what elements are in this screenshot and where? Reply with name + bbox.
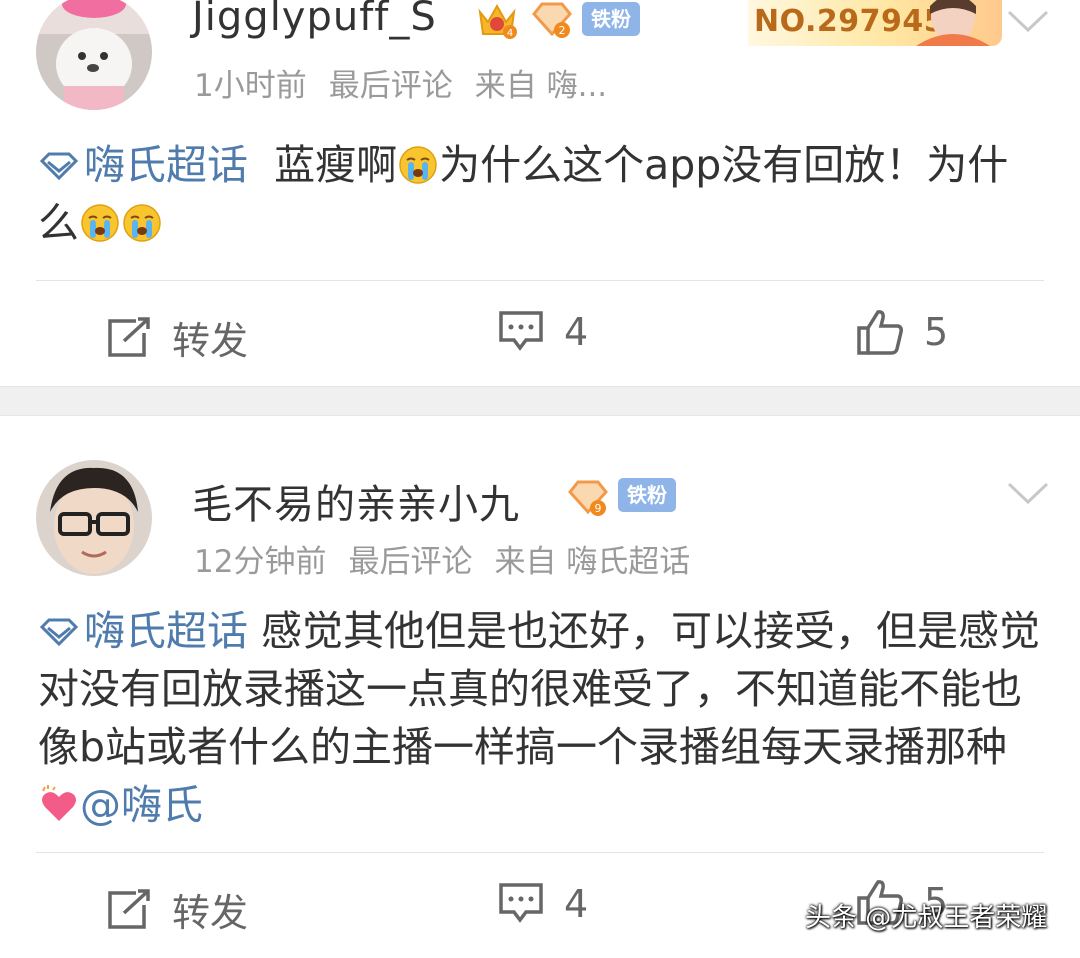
crying-emoji-icon [123, 204, 161, 242]
post-card-1[interactable]: Jigglypuff_S 4 2 铁粉 NO.297945 1小时前 最后评论 来自… [0, 0, 1080, 386]
svg-text:2: 2 [559, 24, 566, 37]
watermark: 头条 @尤叔王者荣耀 [805, 903, 1048, 933]
super-topic-diamond-icon [39, 152, 79, 181]
diamond-level-badge-icon: 9 [568, 480, 608, 516]
post-meta: 12分钟前 最后评论 来自 嗨氏超话 [194, 536, 712, 581]
crying-emoji-icon [399, 146, 437, 184]
post-source[interactable]: 来自 嗨... [475, 68, 607, 104]
chevron-down-icon[interactable] [1006, 480, 1050, 508]
repost-button[interactable]: 转发 [106, 882, 248, 937]
crying-emoji-icon [81, 204, 119, 242]
comment-icon [499, 883, 543, 923]
super-topic-diamond-icon [39, 618, 79, 647]
share-icon [108, 888, 150, 929]
comment-icon [499, 311, 543, 351]
comment-button[interactable]: 4 [498, 310, 588, 354]
heart-emoji-icon [42, 785, 76, 821]
svg-text:4: 4 [507, 28, 513, 39]
fan-badge: 铁粉 [618, 478, 676, 512]
post-content: 嗨氏超话 感觉其他但是也还好，可以接受，但是感觉对没有回放录播这一点真的很难受了… [38, 602, 1048, 834]
post-content: 嗨氏超话 蓝瘦啊 为什么这个app没有回放！为什么 [38, 136, 1048, 252]
portrait-icon [916, 0, 990, 46]
post-meta: 1小时前 最后评论 来自 嗨... [194, 60, 629, 105]
post-card-2[interactable]: 毛不易的亲亲小九 9 铁粉 12分钟前 最后评论 来自 嗨氏超话 嗨氏超话 感觉其他… [0, 416, 1080, 958]
svg-text:9: 9 [595, 502, 602, 515]
repost-label: 转发 [172, 891, 249, 935]
share-icon [108, 316, 150, 357]
last-comment-label: 最后评论 [348, 544, 473, 580]
crown-level-badge-icon: 4 [478, 3, 517, 39]
post-source[interactable]: 来自 嗨氏超话 [494, 544, 690, 580]
chevron-down-icon[interactable] [1006, 8, 1050, 36]
avatar[interactable] [36, 460, 152, 576]
thumbs-up-icon [857, 310, 903, 355]
diamond-level-badge-icon: 2 [532, 2, 572, 38]
fan-badge: 铁粉 [582, 2, 640, 36]
comment-count: 4 [564, 882, 589, 926]
comment-count: 4 [564, 310, 589, 354]
super-topic-link[interactable]: 嗨氏超话 [84, 141, 248, 189]
divider [36, 280, 1044, 281]
avatar[interactable] [36, 0, 152, 110]
post-time: 12分钟前 [194, 544, 327, 580]
username[interactable]: 毛不易的亲亲小九 [192, 472, 520, 530]
mention-link[interactable]: @嗨氏 [80, 781, 203, 829]
card-separator [0, 386, 1080, 416]
fan-number-badge: NO.297945 [748, 0, 1002, 46]
last-comment-label: 最后评论 [328, 68, 453, 104]
comment-button[interactable]: 4 [498, 882, 588, 926]
like-count: 5 [924, 310, 949, 354]
repost-button[interactable]: 转发 [106, 310, 248, 365]
divider [36, 852, 1044, 853]
username[interactable]: Jigglypuff_S [192, 0, 437, 40]
post-text-a: 蓝瘦啊 [274, 141, 398, 189]
super-topic-link[interactable]: 嗨氏超话 [84, 607, 248, 655]
like-button[interactable]: 5 [856, 308, 948, 356]
post-time: 1小时前 [194, 68, 307, 104]
repost-label: 转发 [172, 319, 249, 363]
